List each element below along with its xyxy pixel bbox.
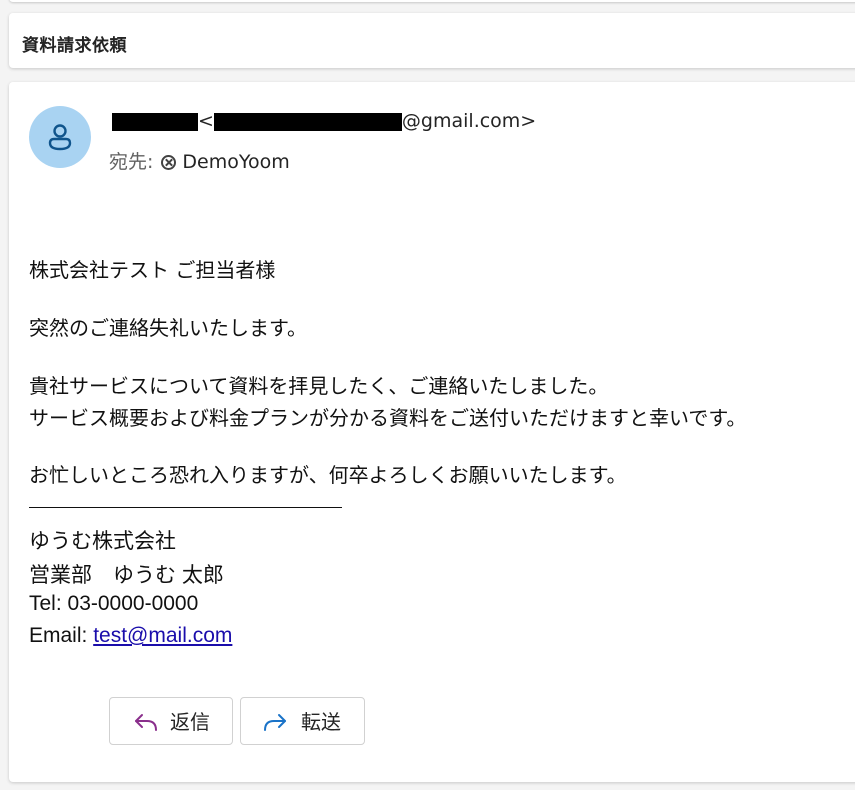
sender-line[interactable]: < @gmail.com>	[112, 109, 536, 133]
email-subject: 資料請求依頼	[22, 36, 127, 56]
body-line-1: 突然のご連絡失礼いたします。	[29, 316, 307, 340]
signature-email-line: Email: test@mail.com	[29, 624, 232, 648]
recipient-name[interactable]: DemoYoom	[182, 151, 289, 173]
forward-label: 転送	[301, 710, 341, 734]
signature-divider	[29, 507, 342, 508]
signature-email-label: Email:	[29, 624, 94, 647]
signature-dept-name: 営業部 ゆうむ 太郎	[29, 564, 224, 587]
body-line-3: お忙しいところ恐れ入りますが、何卒よろしくお願いいたします。	[29, 463, 627, 487]
reply-label: 返信	[170, 710, 210, 734]
email-message-card: < @gmail.com> 宛先: DemoYoom 株式会社テスト ご担当者様 突…	[9, 82, 855, 782]
reply-arrow-icon	[135, 714, 157, 731]
forward-arrow-icon	[264, 714, 286, 731]
dismiss-circle-icon[interactable]	[161, 155, 177, 170]
signature-email-link[interactable]: test@mail.com	[93, 624, 232, 647]
redacted-sender-email	[213, 112, 402, 131]
forward-button[interactable]: 転送	[240, 697, 365, 745]
body-line-2b: サービス概要および料金プランが分かる資料をご送付いただけますと幸いです。	[29, 406, 747, 430]
recipient-line: 宛先: DemoYoom	[109, 150, 290, 174]
subject-header: 資料請求依頼	[9, 13, 855, 68]
signature-company: ゆうむ株式会社	[29, 530, 176, 553]
person-icon	[48, 124, 72, 151]
signature-tel: Tel: 03-0000-0000	[29, 592, 199, 615]
recipient-label: 宛先:	[109, 151, 154, 173]
body-line-2a: 貴社サービスについて資料を拝見したく、ご連絡いたしました。	[29, 374, 609, 398]
sender-avatar[interactable]	[29, 106, 91, 168]
sender-email-domain: @gmail.com>	[401, 110, 537, 132]
redacted-sender-name	[112, 112, 198, 131]
reply-button[interactable]: 返信	[109, 697, 233, 745]
previous-card-edge	[9, 0, 855, 2]
sender-email-open: <	[198, 110, 214, 132]
body-greeting: 株式会社テスト ご担当者様	[29, 258, 276, 282]
